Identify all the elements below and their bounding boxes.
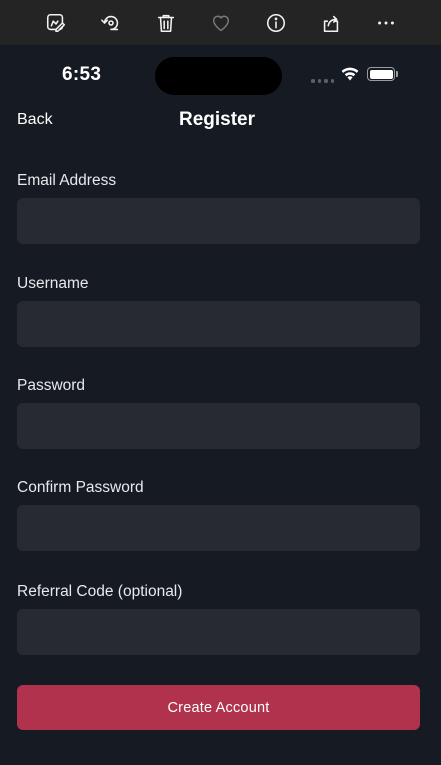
info-icon[interactable] (263, 10, 289, 36)
password-field[interactable] (17, 403, 420, 449)
confirm-password-field[interactable] (17, 505, 420, 551)
nav-bar: Back Register (0, 105, 441, 135)
username-label: Username (17, 275, 89, 292)
battery-icon (367, 67, 395, 81)
wifi-icon (341, 67, 359, 81)
email-field[interactable] (17, 198, 420, 244)
rotate-icon[interactable] (98, 10, 124, 36)
email-label: Email Address (17, 172, 117, 189)
markup-icon[interactable] (43, 10, 69, 36)
viewer-toolbar (0, 0, 441, 45)
phone-screen: 6:53 Back Register Email Address Usernam… (0, 45, 441, 765)
heart-icon[interactable] (208, 10, 234, 36)
more-icon[interactable] (373, 10, 399, 36)
create-account-button[interactable]: Create Account (17, 685, 420, 730)
status-time: 6:53 (62, 64, 102, 85)
share-icon[interactable] (318, 10, 344, 36)
confirm-password-label: Confirm Password (17, 479, 144, 496)
battery-cap (396, 71, 398, 77)
dynamic-island (155, 57, 282, 95)
referral-code-field[interactable] (17, 609, 420, 655)
referral-code-label: Referral Code (optional) (17, 583, 183, 600)
username-field[interactable] (17, 301, 420, 347)
trash-icon[interactable] (153, 10, 179, 36)
password-label: Password (17, 377, 86, 394)
status-bar: 6:53 (0, 45, 441, 105)
cellular-signal-icon (311, 79, 334, 83)
page-title: Register (178, 109, 256, 130)
